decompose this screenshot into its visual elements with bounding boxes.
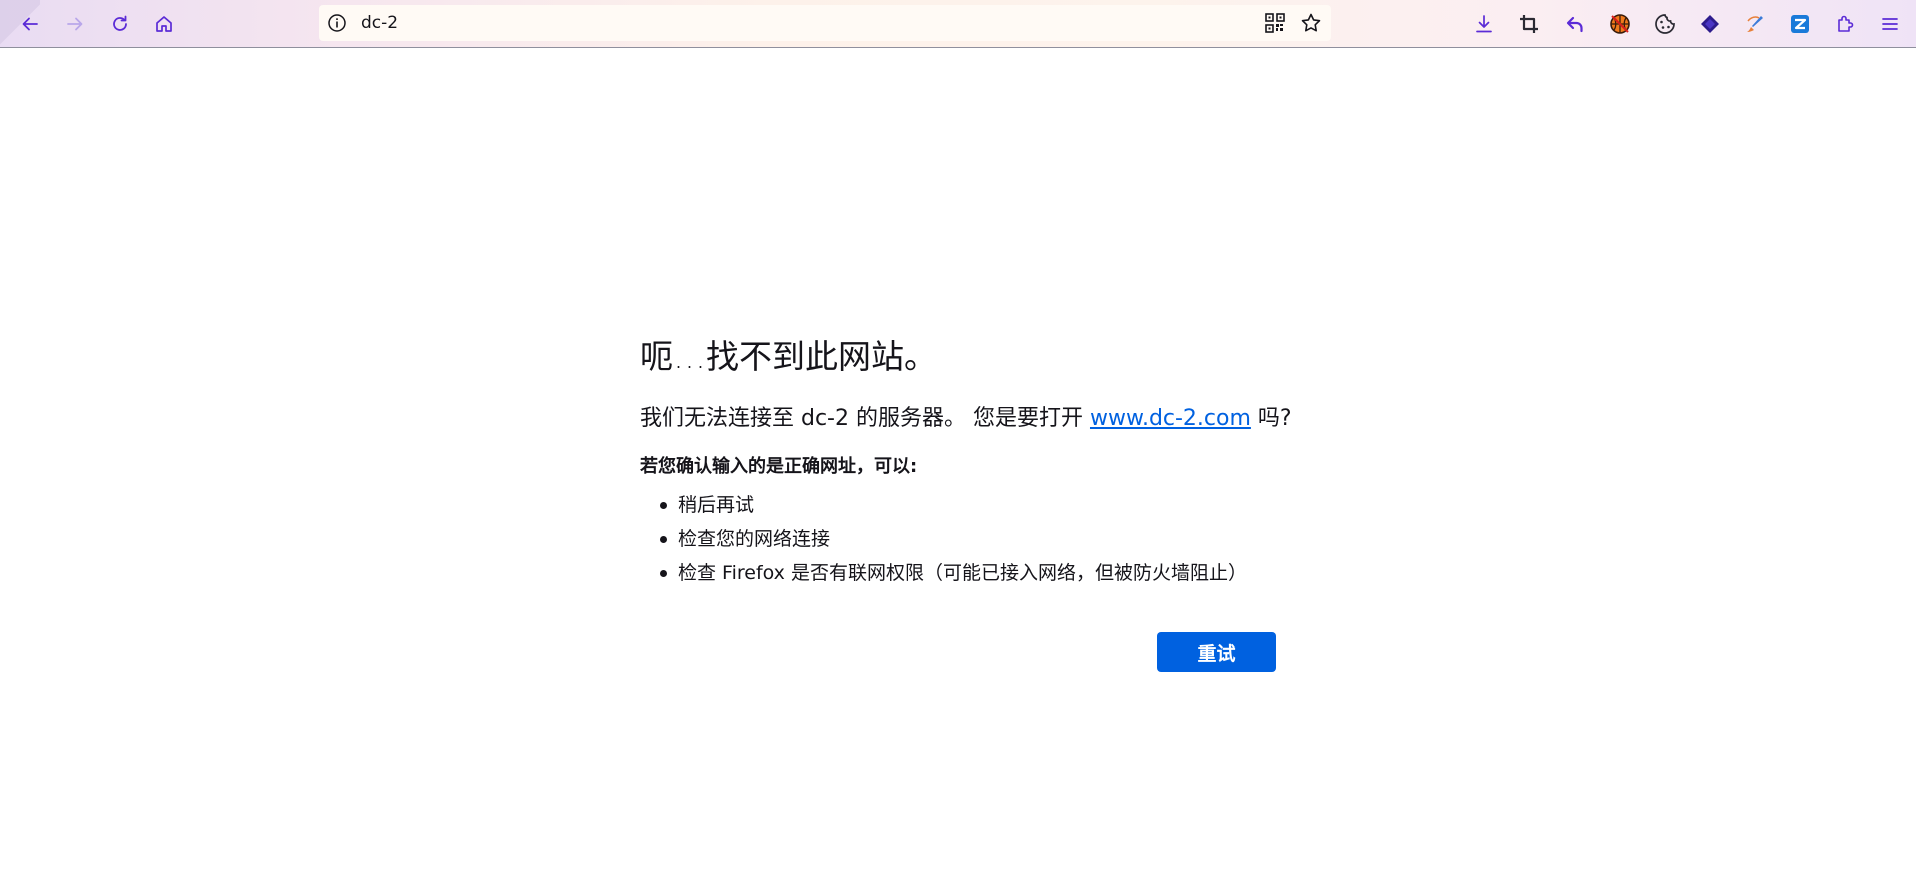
- error-description-suffix: 吗?: [1250, 406, 1292, 431]
- browser-toolbar: dc-2: [0, 0, 1916, 48]
- suggested-url-link[interactable]: www.dc-2.com: [1090, 406, 1251, 431]
- address-bar[interactable]: dc-2: [319, 5, 1331, 41]
- reload-icon: [113, 15, 127, 31]
- bullet-icon: [660, 570, 667, 577]
- cookie-extension-button[interactable]: [1647, 6, 1683, 42]
- tip-text: 检查 Firefox 是否有联网权限（可能已接入网络，但被防火墙阻止）: [678, 562, 1247, 584]
- zotero-icon: [1791, 15, 1809, 33]
- list-item: 检查您的网络连接: [660, 522, 1247, 556]
- extensions-button[interactable]: [1827, 6, 1863, 42]
- error-description-prefix: 我们无法连接至 dc-2 的服务器。 您是要打开: [640, 406, 1090, 431]
- reload-button[interactable]: [102, 6, 138, 42]
- stack-layers-icon: [1701, 15, 1719, 33]
- extensions-puzzle-icon: [1838, 15, 1854, 32]
- downloads-button[interactable]: [1466, 6, 1502, 42]
- forward-arrow-icon: [67, 17, 83, 31]
- downloads-icon: [1476, 15, 1492, 33]
- back-arrow-icon: [22, 17, 38, 31]
- bullet-icon: [660, 502, 667, 509]
- crop-screenshot-button[interactable]: [1511, 6, 1547, 42]
- paint-brush-icon: [1747, 16, 1763, 32]
- retry-button[interactable]: 重试: [1157, 632, 1276, 672]
- home-button[interactable]: [146, 6, 182, 42]
- list-item: 稍后再试: [660, 488, 1247, 522]
- basketball-extension-icon: [1610, 14, 1630, 34]
- back-button[interactable]: [12, 6, 48, 42]
- tip-text: 稍后再试: [678, 494, 755, 516]
- paint-brush-extension-button[interactable]: [1737, 6, 1773, 42]
- error-description: 我们无法连接至 dc-2 的服务器。 您是要打开 www.dc-2.com 吗?: [640, 400, 1292, 432]
- crop-screenshot-icon: [1520, 15, 1538, 33]
- tip-text: 检查您的网络连接: [678, 528, 831, 550]
- tips-list: 稍后再试 检查您的网络连接 检查 Firefox 是否有联网权限（可能已接入网络…: [660, 488, 1247, 590]
- undo-arrow-icon: [1566, 16, 1583, 33]
- basketball-extension-button[interactable]: [1602, 6, 1638, 42]
- forward-button[interactable]: [57, 6, 93, 42]
- home-icon: [156, 16, 172, 32]
- cookie-icon: [1655, 14, 1675, 34]
- layers-extension-button[interactable]: [1692, 6, 1728, 42]
- qr-code-icon[interactable]: [1265, 13, 1285, 33]
- error-title: 呃…找不到此网站。: [640, 337, 937, 376]
- undo-button[interactable]: [1557, 6, 1593, 42]
- app-menu-button[interactable]: [1872, 6, 1908, 42]
- bullet-icon: [660, 536, 667, 543]
- url-text[interactable]: dc-2: [361, 5, 398, 41]
- site-info-icon[interactable]: [327, 13, 347, 33]
- error-subhead: 若您确认输入的是正确网址，可以:: [640, 456, 918, 477]
- zotero-extension-button[interactable]: [1782, 6, 1818, 42]
- list-item: 检查 Firefox 是否有联网权限（可能已接入网络，但被防火墙阻止）: [660, 556, 1247, 590]
- menu-hamburger-icon: [1882, 18, 1898, 30]
- bookmark-star-icon[interactable]: [1300, 12, 1322, 34]
